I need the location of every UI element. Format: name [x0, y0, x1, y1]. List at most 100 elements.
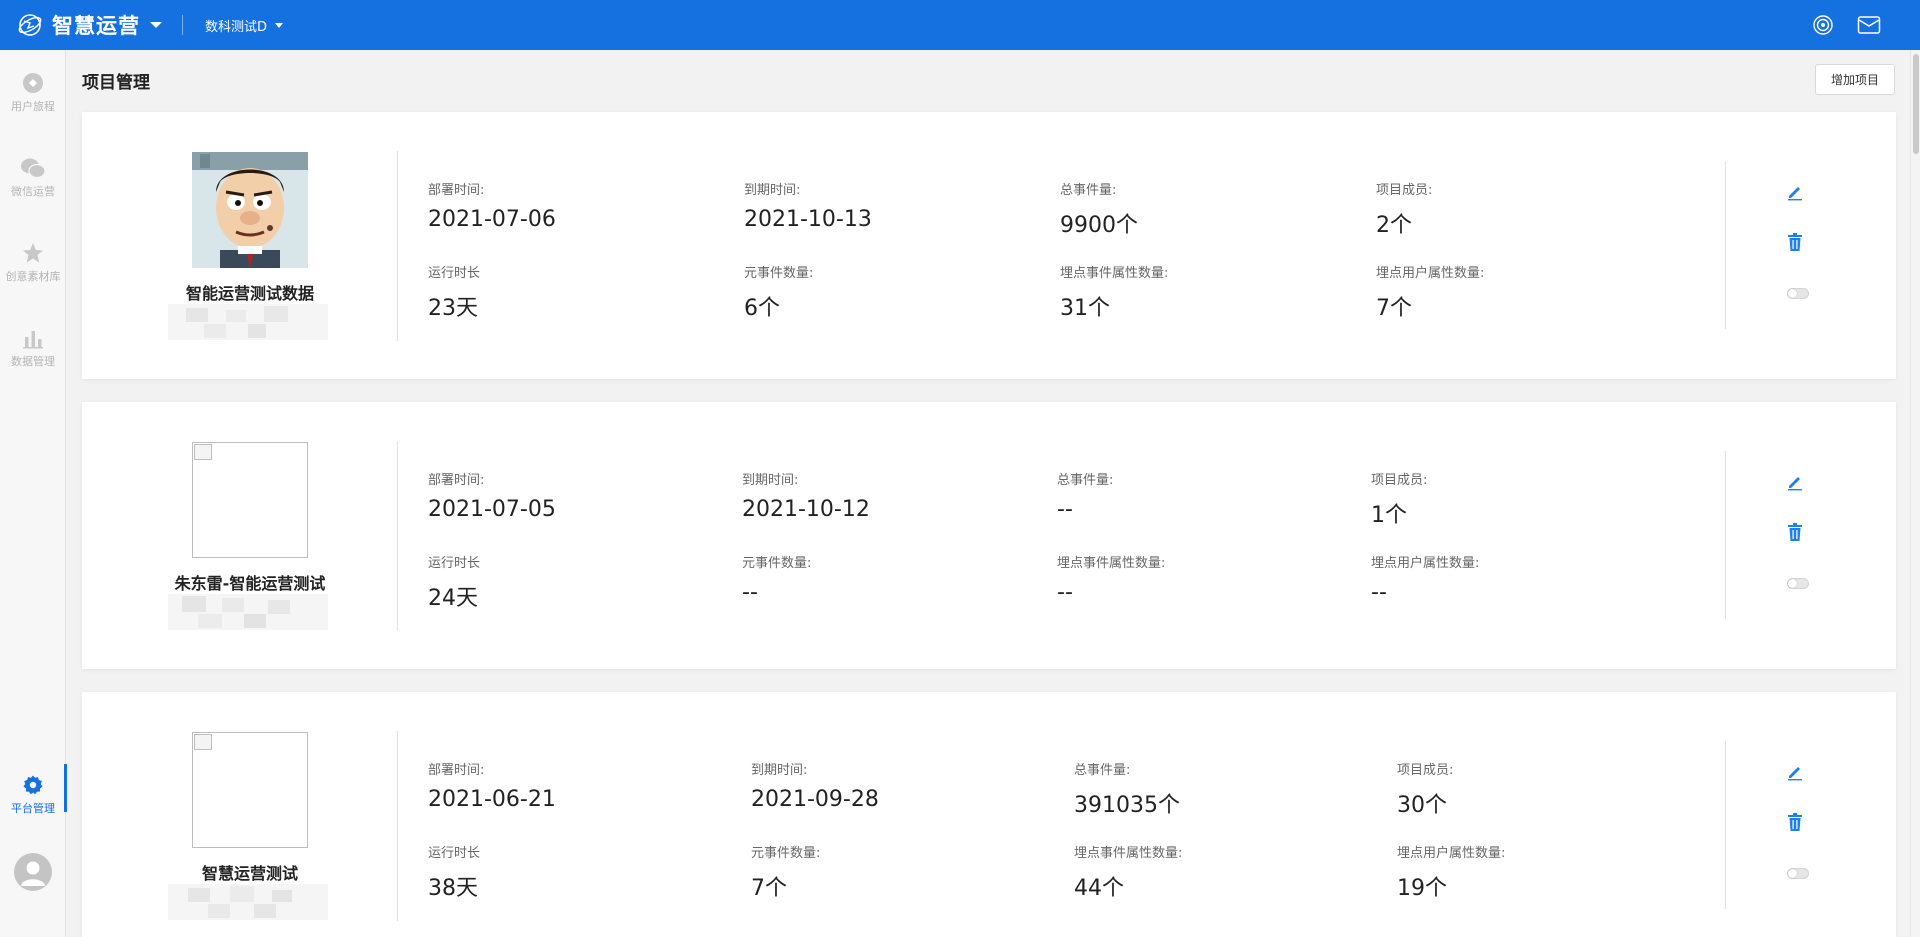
project-card: 智能运营测试数据 部署时间: 2021-07-06 到期时间: 2021-10-13…: [82, 112, 1896, 379]
trash-icon[interactable]: [1785, 812, 1805, 832]
user-props-stat: 埋点用户属性数量: --: [1371, 552, 1479, 605]
runtime-value: 23天: [428, 296, 478, 321]
project-toggle[interactable]: [1787, 578, 1809, 589]
card-divider: [1725, 741, 1726, 909]
brand-switcher[interactable]: 智慧运营: [16, 10, 162, 40]
total-events-label: 总事件量:: [1057, 473, 1114, 488]
meta-events-value: 7个: [751, 876, 787, 901]
event-props-value: 31个: [1060, 296, 1110, 321]
event-props-stat: 埋点事件属性数量: 44个: [1074, 842, 1182, 902]
meta-events-stat: 元事件数量: --: [742, 552, 811, 605]
total-events-label: 总事件量:: [1060, 183, 1117, 198]
add-project-button[interactable]: 增加项目: [1815, 64, 1895, 95]
trash-icon[interactable]: [1785, 522, 1805, 542]
expire-time-value: 2021-09-28: [751, 787, 879, 812]
project-card: 智慧运营测试 部署时间: 2021-06-21 到期时间: 2021-09-28 总…: [82, 692, 1896, 937]
brand-name: 智慧运营: [52, 14, 140, 38]
total-events-value: --: [1057, 497, 1073, 522]
members-stat: 项目成员: 30个: [1397, 759, 1453, 819]
meta-events-stat: 元事件数量: 6个: [744, 262, 813, 322]
broken-image-icon: [192, 732, 308, 848]
expire-time-label: 到期时间:: [744, 183, 801, 198]
runtime-value: 38天: [428, 876, 478, 901]
runtime-stat: 运行时长 23天: [428, 262, 480, 322]
event-props-value: 44个: [1074, 876, 1124, 901]
sidebar-item-creative-library[interactable]: 创意素材库: [0, 240, 66, 284]
pixelated-redaction: [168, 594, 328, 630]
project-toggle[interactable]: [1787, 288, 1809, 299]
deploy-time-value: 2021-07-05: [428, 497, 556, 522]
project-switcher[interactable]: 数科测试D: [205, 16, 284, 35]
expire-time-stat: 到期时间: 2021-09-28: [751, 759, 879, 812]
expire-time-label: 到期时间:: [742, 473, 799, 488]
sidebar: 用户旅程 微信运营 创意素材库 数据管理 平台管理: [0, 50, 67, 937]
total-events-stat: 总事件量: --: [1057, 469, 1113, 522]
total-events-stat: 总事件量: 9900个: [1060, 179, 1138, 239]
scrollbar-thumb[interactable]: [1913, 54, 1919, 154]
user-avatar[interactable]: [14, 853, 52, 891]
members-label: 项目成员:: [1397, 763, 1454, 778]
journey-icon: [0, 70, 66, 96]
card-divider: [397, 731, 398, 921]
event-props-stat: 埋点事件属性数量: --: [1057, 552, 1165, 605]
deploy-time-value: 2021-06-21: [428, 787, 556, 812]
card-divider: [1725, 451, 1726, 619]
top-navbar: 智慧运营 数科测试D: [0, 0, 1920, 50]
members-value: 2个: [1376, 213, 1412, 238]
user-props-label: 埋点用户属性数量:: [1371, 556, 1480, 571]
mail-icon[interactable]: [1856, 12, 1882, 38]
project-switcher-label: 数科测试D: [205, 19, 268, 35]
project-name: 朱东雷-智能运营测试: [174, 574, 326, 593]
target-icon[interactable]: [1810, 12, 1836, 38]
runtime-stat: 运行时长 38天: [428, 842, 480, 902]
card-divider: [1725, 161, 1726, 329]
edit-icon[interactable]: [1785, 762, 1805, 782]
sidebar-item-label: 数据管理: [11, 355, 55, 368]
meta-events-value: --: [742, 580, 758, 605]
vertical-scrollbar[interactable]: [1910, 50, 1920, 937]
sidebar-item-label: 微信运营: [11, 185, 55, 198]
project-name: 智慧运营测试: [201, 864, 298, 883]
project-name: 智能运营测试数据: [185, 284, 314, 303]
expire-time-value: 2021-10-12: [742, 497, 870, 522]
broken-image-icon: [192, 442, 308, 558]
members-label: 项目成员:: [1376, 183, 1433, 198]
deploy-time-label: 部署时间:: [428, 763, 485, 778]
deploy-time-label: 部署时间:: [428, 473, 485, 488]
edit-icon[interactable]: [1785, 472, 1805, 492]
sidebar-item-platform-management[interactable]: 平台管理: [0, 764, 67, 816]
expire-time-label: 到期时间:: [751, 763, 808, 778]
sidebar-item-data-management[interactable]: 数据管理: [0, 325, 66, 369]
deploy-time-label: 部署时间:: [428, 183, 485, 198]
expire-time-value: 2021-10-13: [744, 207, 872, 232]
total-events-stat: 总事件量: 391035个: [1074, 759, 1180, 819]
page-title: 项目管理: [82, 73, 150, 93]
deploy-time-stat: 部署时间: 2021-06-21: [428, 759, 556, 812]
sidebar-item-label: 平台管理: [11, 802, 55, 815]
members-value: 30个: [1397, 793, 1447, 818]
members-stat: 项目成员: 2个: [1376, 179, 1432, 239]
edit-icon[interactable]: [1785, 182, 1805, 202]
active-indicator: [64, 764, 67, 812]
event-props-label: 埋点事件属性数量:: [1074, 846, 1183, 861]
deploy-time-value: 2021-07-06: [428, 207, 556, 232]
total-events-value: 9900个: [1060, 213, 1138, 238]
user-props-value: 19个: [1397, 876, 1447, 901]
wechat-icon: [0, 155, 66, 181]
trash-icon[interactable]: [1785, 232, 1805, 252]
card-divider: [397, 151, 398, 341]
sidebar-item-wechat[interactable]: 微信运营: [0, 155, 66, 199]
pixelated-redaction: [168, 884, 328, 920]
meta-events-label: 元事件数量:: [744, 266, 814, 281]
runtime-value: 24天: [428, 586, 478, 611]
sidebar-item-user-journey[interactable]: 用户旅程: [0, 70, 66, 114]
meta-events-value: 6个: [744, 296, 780, 321]
project-thumbnail: [192, 152, 308, 268]
deploy-time-stat: 部署时间: 2021-07-06: [428, 179, 556, 232]
project-card: 朱东雷-智能运营测试 部署时间: 2021-07-05 到期时间: 2021-10-…: [82, 402, 1896, 669]
deploy-time-stat: 部署时间: 2021-07-05: [428, 469, 556, 522]
chevron-down-icon: [150, 22, 162, 28]
card-divider: [397, 441, 398, 631]
project-toggle[interactable]: [1787, 868, 1809, 879]
event-props-label: 埋点事件属性数量:: [1060, 266, 1169, 281]
